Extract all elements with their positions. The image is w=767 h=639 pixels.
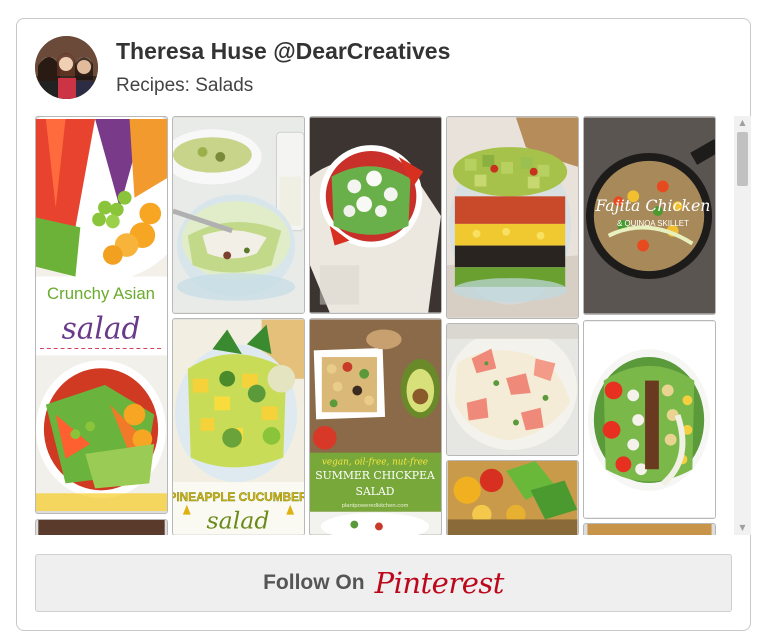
pin-subtitle: salad — [62, 312, 141, 346]
pin-feta-tomato-salad[interactable] — [309, 116, 442, 314]
salad-photo-icon — [447, 117, 578, 318]
pin-title: PINEAPPLE CUCUMBER — [173, 490, 304, 504]
salad-photo-icon — [587, 524, 712, 535]
pin-subtitle: SALAD — [356, 485, 395, 498]
salad-photo-icon — [447, 461, 578, 535]
salad-photo-icon — [38, 520, 165, 535]
pin-crab-pasta-salad[interactable] — [446, 323, 579, 456]
salad-photo-icon — [447, 324, 578, 455]
scroll-thumb[interactable] — [737, 132, 748, 186]
pin-subtitle: & QUINOA SKILLET — [617, 219, 689, 228]
pin-pineapple-cucumber-salad[interactable]: PINEAPPLE CUCUMBER salad — [172, 318, 305, 535]
pin-fajita-chicken-quinoa-skillet[interactable]: Fajita Chicken & QUINOA SKILLET — [583, 116, 716, 315]
pin-title: Fajita Chicken — [594, 196, 710, 215]
pin-title: Crunchy Asian — [47, 284, 155, 303]
pin-layered-avocado-salad[interactable] — [446, 116, 579, 319]
board-owner-name[interactable]: Theresa Huse @DearCreatives — [116, 38, 450, 65]
pin-cobb-salad[interactable] — [583, 320, 716, 519]
pin-cabbage-slaw-bowl[interactable] — [172, 116, 305, 314]
pin-pasta-herb-salad[interactable] — [446, 460, 579, 535]
salad-photo-icon — [584, 321, 715, 518]
pin-grid: Crunchy Asian salad PINEAPPLE CUCUMBER s… — [35, 116, 732, 535]
skillet-photo-icon: Fajita Chicken & QUINOA SKILLET — [584, 117, 715, 314]
pin-crunchy-asian-salad[interactable]: Crunchy Asian salad — [35, 116, 168, 514]
follow-on-pinterest-button[interactable]: Follow On Pinterest — [35, 554, 732, 612]
salad-photo-icon: vegan, oil-free, nut-free SUMMER CHICKPE… — [310, 319, 441, 535]
board-title[interactable]: Recipes: Salads — [116, 75, 253, 97]
pin-tagline: vegan, oil-free, nut-free — [322, 457, 428, 467]
avatar-photo-icon — [35, 36, 98, 99]
pins-scrollbar[interactable]: ▲ ▼ — [734, 116, 751, 535]
salad-photo-icon: Crunchy Asian salad — [36, 117, 167, 512]
salad-photo-icon — [173, 117, 304, 313]
salad-photo-icon: PINEAPPLE CUCUMBER salad — [173, 319, 304, 534]
pin-summer-chickpea-salad[interactable]: vegan, oil-free, nut-free SUMMER CHICKPE… — [309, 318, 442, 535]
pin-subtitle: salad — [207, 506, 270, 534]
avatar[interactable] — [35, 36, 98, 99]
pinterest-logo: Pinterest — [374, 566, 505, 600]
scroll-down-icon[interactable]: ▼ — [734, 521, 751, 535]
scroll-up-icon[interactable]: ▲ — [734, 116, 751, 130]
pin-title: SUMMER CHICKPEA — [315, 469, 435, 482]
salad-photo-icon — [310, 117, 441, 313]
pin-partial-bottom[interactable] — [583, 523, 716, 535]
pin-partial-bottom[interactable] — [35, 519, 168, 535]
pinterest-board-widget: Theresa Huse @DearCreatives Recipes: Sal… — [16, 18, 751, 631]
follow-label: Follow On — [263, 571, 365, 594]
pin-site: plantpoweredkitchen.com — [342, 503, 409, 509]
